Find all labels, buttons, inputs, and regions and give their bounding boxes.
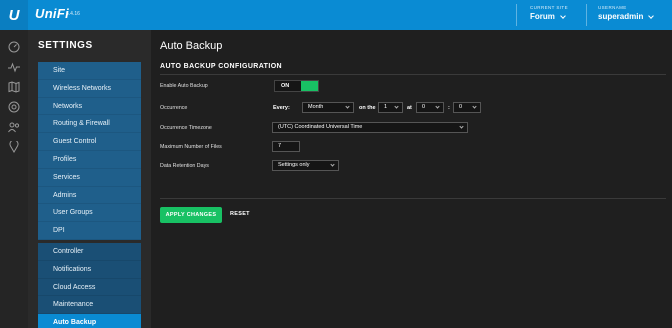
brand-name: UniFi <box>35 6 69 21</box>
chevron-down-icon <box>560 12 566 19</box>
occurrence-minute-value: 0 <box>459 104 463 110</box>
sidebar-item-routing-firewall[interactable]: Routing & Firewall <box>38 115 141 134</box>
sidebar-title: SETTINGS <box>38 40 93 51</box>
version-label: 5.4.16 <box>66 11 80 17</box>
icon-rail <box>0 30 28 328</box>
sidebar-item-maintenance[interactable]: Maintenance <box>38 296 141 315</box>
sidebar-item-services[interactable]: Services <box>38 168 141 187</box>
map-icon[interactable] <box>7 80 21 94</box>
sidebar-item-auto-backup[interactable]: Auto Backup <box>38 314 141 328</box>
sidebar-item-notifications[interactable]: Notifications <box>38 260 141 279</box>
sidebar-item-site[interactable]: Site <box>38 62 141 80</box>
settings-sidebar: SETTINGS Site Wireless Networks Networks… <box>28 30 151 328</box>
sidebar-item-cloud-access[interactable]: Cloud Access <box>38 278 141 297</box>
occurrence-timezone-value: (UTC) Coordinated Universal Time <box>278 124 363 130</box>
at-label: at <box>407 105 412 111</box>
data-retention-select[interactable]: Settings only <box>272 160 339 171</box>
every-label: Every: <box>273 105 290 111</box>
current-site-label: CURRENT SITE <box>530 5 568 10</box>
occurrence-day-value: 1 <box>384 104 388 110</box>
statistics-icon[interactable] <box>7 60 21 74</box>
section-divider <box>160 74 666 75</box>
sidebar-item-user-groups[interactable]: User Groups <box>38 204 141 223</box>
toggle-state-label: ON <box>281 83 290 89</box>
on-the-label: on the <box>359 105 376 111</box>
dashboard-icon[interactable] <box>7 40 21 54</box>
chevron-down-icon <box>459 124 464 129</box>
chevron-down-icon <box>330 162 335 167</box>
occurrence-label: Occurrence <box>160 105 188 111</box>
time-separator: : <box>448 105 450 111</box>
max-files-label: Maximum Number of Files <box>160 144 222 150</box>
reset-button[interactable]: RESET <box>230 211 250 217</box>
enable-auto-backup-toggle[interactable]: ON <box>274 80 319 92</box>
occurrence-day-select[interactable]: 1 <box>378 102 403 113</box>
clients-icon[interactable] <box>7 120 21 134</box>
insights-icon[interactable] <box>7 140 21 154</box>
sidebar-item-controller[interactable]: Controller <box>38 242 141 261</box>
sidebar-item-networks[interactable]: Networks <box>38 97 141 116</box>
sidebar-item-profiles[interactable]: Profiles <box>38 150 141 169</box>
devices-icon[interactable] <box>7 100 21 114</box>
sidebar-item-admins[interactable]: Admins <box>38 186 141 205</box>
username-label: USERNAME <box>598 5 627 10</box>
chevron-down-icon <box>472 104 477 109</box>
username-value: superadmin <box>598 12 644 21</box>
chevron-down-icon <box>435 104 440 109</box>
toggle-knob <box>301 81 318 91</box>
chevron-down-icon <box>394 104 399 109</box>
chevron-down-icon <box>648 12 655 19</box>
top-bar: U UniFi 5.4.16 CURRENT SITE Forum USERNA… <box>0 0 672 30</box>
data-retention-label: Data Retention Days <box>160 163 209 169</box>
occurrence-hour-value: 0 <box>422 104 426 110</box>
max-files-input[interactable]: 7 <box>272 141 300 152</box>
actions-divider <box>160 198 666 199</box>
main-content: Auto Backup AUTO BACKUP CONFIGURATION En… <box>151 30 672 328</box>
current-site-selector[interactable]: CURRENT SITE Forum <box>530 5 568 21</box>
occurrence-period-select[interactable]: Month <box>302 102 354 113</box>
chevron-down-icon <box>345 104 350 109</box>
user-menu[interactable]: USERNAME superadmin <box>598 5 655 21</box>
sidebar-item-guest-control[interactable]: Guest Control <box>38 133 141 151</box>
page-title: Auto Backup <box>160 40 223 52</box>
sidebar-item-dpi[interactable]: DPI <box>38 222 141 240</box>
section-title: AUTO BACKUP CONFIGURATION <box>160 63 282 70</box>
apply-changes-button[interactable]: APPLY CHANGES <box>160 207 222 223</box>
unifi-logo-icon[interactable]: U <box>0 0 28 30</box>
max-files-value: 7 <box>278 143 282 149</box>
data-retention-value: Settings only <box>278 162 310 168</box>
occurrence-period-value: Month <box>308 104 324 110</box>
occurrence-timezone-label: Occurrence Timezone <box>160 125 212 131</box>
occurrence-minute-select[interactable]: 0 <box>453 102 481 113</box>
sidebar-item-wireless-networks[interactable]: Wireless Networks <box>38 79 141 98</box>
header-divider <box>586 4 587 26</box>
current-site-value: Forum <box>530 12 555 21</box>
occurrence-timezone-select[interactable]: (UTC) Coordinated Universal Time <box>272 122 468 133</box>
occurrence-hour-select[interactable]: 0 <box>416 102 444 113</box>
enable-auto-backup-label: Enable Auto Backup <box>160 83 208 89</box>
settings-menu: Site Wireless Networks Networks Routing … <box>38 62 141 328</box>
header-divider <box>516 4 517 26</box>
